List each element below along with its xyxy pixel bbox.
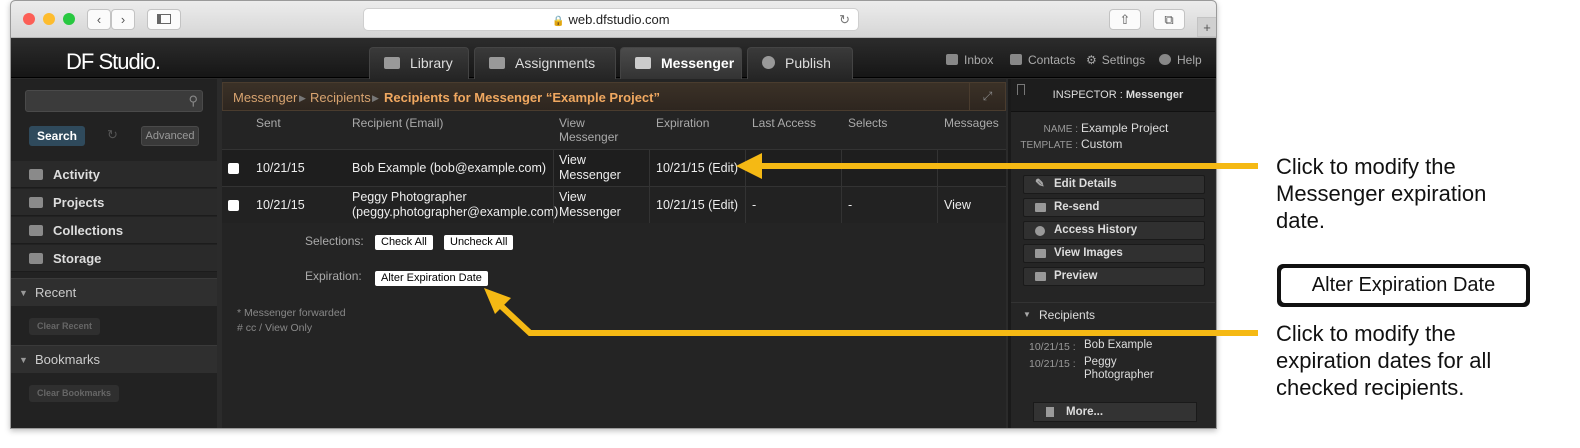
annotation-alter-expiration: Click to modify the expiration dates for…	[1276, 321, 1492, 400]
arrow-to-expiration-edit	[736, 153, 1258, 179]
arrowhead	[736, 153, 762, 179]
arrow-to-alter-expiration-button	[484, 288, 1258, 336]
arrow-line	[497, 302, 1258, 336]
annotation-button-callout: Alter Expiration Date	[1277, 264, 1530, 307]
annotation-expiration-edit: Click to modify the Messenger expiration…	[1276, 154, 1487, 233]
annotation-button-label: Alter Expiration Date	[1281, 268, 1526, 303]
